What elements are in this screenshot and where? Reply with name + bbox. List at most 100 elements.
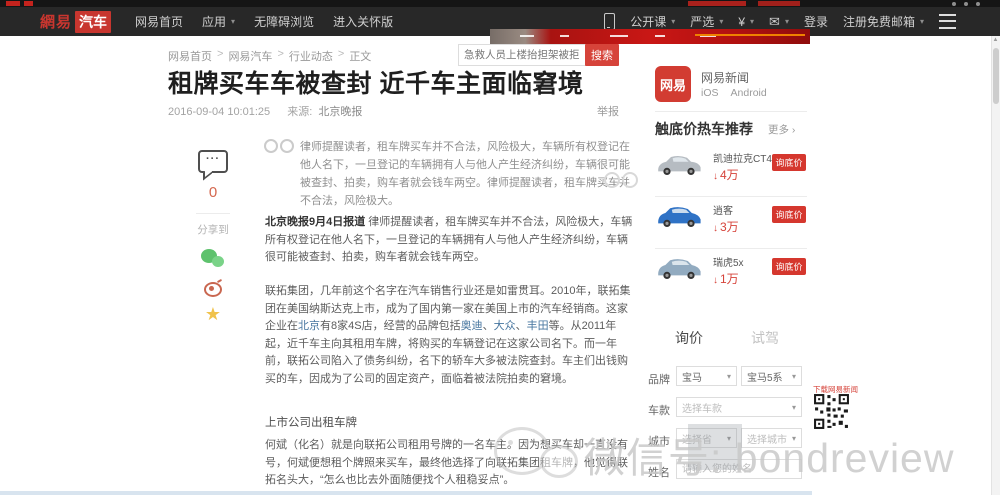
netease-auto-logo[interactable]: 網易 汽车 [40, 11, 111, 33]
car-name[interactable]: 瑞虎5x [713, 254, 744, 269]
link-beijing[interactable]: 北京 [298, 320, 320, 332]
navbar-right-links: 公开课 严选 ¥ 登录 注册免费邮箱 [604, 13, 956, 30]
open-quote-icon [264, 139, 294, 153]
nav-open-course-menu[interactable]: 公开课 [630, 13, 675, 30]
tab-test-drive[interactable]: 试驾 [751, 328, 779, 348]
close-quote-icon [604, 172, 638, 188]
breadcrumb-home[interactable]: 网易首页 [168, 48, 212, 64]
wechat-share-icon[interactable] [201, 249, 225, 269]
decor-dot [964, 2, 968, 6]
comment-count[interactable]: 0 [209, 184, 217, 201]
series-select[interactable]: 宝马5系 [741, 366, 802, 386]
search-button[interactable]: 搜索 [585, 44, 619, 66]
nav-yanxuan-menu[interactable]: 严选 [690, 13, 723, 30]
banner-fragment [24, 1, 33, 6]
price-drop-arrow-icon: ↓ [713, 171, 718, 182]
navbar-left-links: 网易首页 应用 无障碍浏览 进入关怀版 [135, 13, 393, 30]
model-select[interactable]: 选择车款 [676, 397, 802, 417]
car-price-drop: ↓3万 [713, 218, 739, 235]
more-link[interactable]: 更多 › [768, 122, 795, 137]
ask-bottom-price-button[interactable]: 询底价 [772, 206, 806, 223]
hamburger-menu-icon[interactable] [939, 14, 956, 29]
scrollbar-track[interactable] [991, 36, 1000, 495]
article-datetime: 2016-09-04 10:01:25 [168, 106, 270, 118]
car-image [655, 150, 703, 180]
ad-banner[interactable] [490, 29, 810, 44]
car-name[interactable]: 凯迪拉克CT4 [713, 150, 772, 165]
scroll-up-arrow-icon[interactable] [991, 37, 1000, 43]
breadcrumb-current: 正文 [349, 48, 371, 64]
source-name[interactable]: 北京晚报 [318, 106, 362, 118]
car-name[interactable]: 逍客 [713, 202, 733, 217]
scrollbar-thumb[interactable] [993, 48, 999, 104]
tab-inquiry[interactable]: 询价 [675, 328, 703, 348]
car-list-item[interactable]: 瑞虎5x ↓1万 询底价 [655, 250, 807, 296]
mobile-phone-icon[interactable] [604, 13, 615, 30]
logo-brand-text: 網易 [40, 11, 72, 32]
section-subhead: 上市公司出租车牌 [265, 414, 357, 430]
banner-fragment [6, 1, 20, 6]
source-label: 来源: [287, 106, 312, 118]
car-image [655, 202, 703, 232]
nav-apps-menu[interactable]: 应用 [202, 13, 235, 30]
divider [655, 111, 807, 112]
weibo-share-icon[interactable] [204, 280, 222, 296]
breadcrumb-separator: > [217, 48, 223, 64]
paragraph-2-text: 有8家4S店，经营的品牌包括 [320, 320, 461, 332]
search-input[interactable] [458, 44, 588, 66]
report-link[interactable]: 举报 [597, 103, 619, 119]
app-name: 网易新闻 [701, 69, 749, 86]
nav-care-mode-link[interactable]: 进入关怀版 [333, 13, 393, 30]
register-mailbox-link[interactable]: 注册免费邮箱 [843, 13, 924, 30]
brand-label: 品牌 [648, 371, 670, 387]
ask-bottom-price-button[interactable]: 询底价 [772, 258, 806, 275]
divider [655, 196, 807, 197]
netease-news-app-icon[interactable]: 网易 [655, 66, 691, 102]
breadcrumb-separator: > [338, 48, 344, 64]
breadcrumb: 网易首页 > 网易汽车 > 行业动态 > 正文 [168, 48, 371, 64]
nav-home-link[interactable]: 网易首页 [135, 13, 183, 30]
divider [196, 213, 230, 214]
car-price-drop: ↓4万 [713, 166, 739, 183]
login-link[interactable]: 登录 [804, 13, 828, 30]
android-download-link[interactable]: Android [731, 87, 767, 99]
decor-dot [952, 2, 956, 6]
brand-select[interactable]: 宝马 [676, 366, 737, 386]
banner-fragment [758, 1, 800, 6]
logo-product-text: 汽车 [75, 11, 111, 33]
link-audi[interactable]: 奥迪 [461, 320, 483, 332]
chevron-right-icon: › [792, 124, 796, 136]
article-quote: 律师提醒读者，租车牌买车并不合法，风险极大，车辆所有权登记在他人名下，一旦登记的… [300, 138, 630, 210]
app-download-links: iOS Android [701, 87, 767, 99]
paragraph-2: 联拓集团，几年前这个名字在汽车销售行业还是如雷贯耳。2010年，联拓集团在美国纳… [265, 283, 635, 388]
share-rail: ··· 0 分享到 [192, 150, 234, 323]
browser-page: 網易 汽车 网易首页 应用 无障碍浏览 进入关怀版 公开课 严选 ¥ 登录 注册… [0, 0, 1000, 495]
car-image [655, 254, 703, 284]
paragraph-2-text: 、 [483, 320, 494, 332]
car-list-item[interactable]: 逍客 ↓3万 询底价 [655, 198, 807, 244]
ios-download-link[interactable]: iOS [701, 87, 719, 99]
car-price-drop: ↓1万 [713, 270, 739, 287]
link-toyota[interactable]: 丰田 [527, 320, 549, 332]
nav-finance-menu[interactable]: ¥ [738, 15, 754, 29]
link-volkswagen[interactable]: 大众 [494, 320, 516, 332]
watermark-text: 微信号: bondreview [584, 424, 954, 484]
paragraph-2-text: 、 [516, 320, 527, 332]
decor-dot [976, 2, 980, 6]
breadcrumb-auto[interactable]: 网易汽车 [228, 48, 272, 64]
article-dateline: 2016-09-04 10:01:25 来源: 北京晚报 [168, 103, 362, 119]
paragraph-1: 北京晚报9月4日报道 律师提醒读者，租车牌买车并不合法，风险极大，车辆所有权登记… [265, 214, 635, 267]
price-drop-arrow-icon: ↓ [713, 223, 718, 234]
top-edge-strip [0, 0, 1000, 7]
mail-icon[interactable] [769, 14, 789, 30]
comment-bubble-icon[interactable]: ··· [198, 150, 228, 173]
model-label: 车款 [648, 402, 670, 418]
paragraph-lead: 北京晚报9月4日报道 [265, 216, 365, 228]
price-drop-arrow-icon: ↓ [713, 275, 718, 286]
nav-accessibility-link[interactable]: 无障碍浏览 [254, 13, 314, 30]
inquiry-tabs: 询价 试驾 [675, 328, 779, 348]
car-list-item[interactable]: 凯迪拉克CT4 ↓4万 询底价 [655, 146, 807, 192]
ask-bottom-price-button[interactable]: 询底价 [772, 154, 806, 171]
favorite-star-icon[interactable] [205, 305, 221, 323]
breadcrumb-industry[interactable]: 行业动态 [289, 48, 333, 64]
